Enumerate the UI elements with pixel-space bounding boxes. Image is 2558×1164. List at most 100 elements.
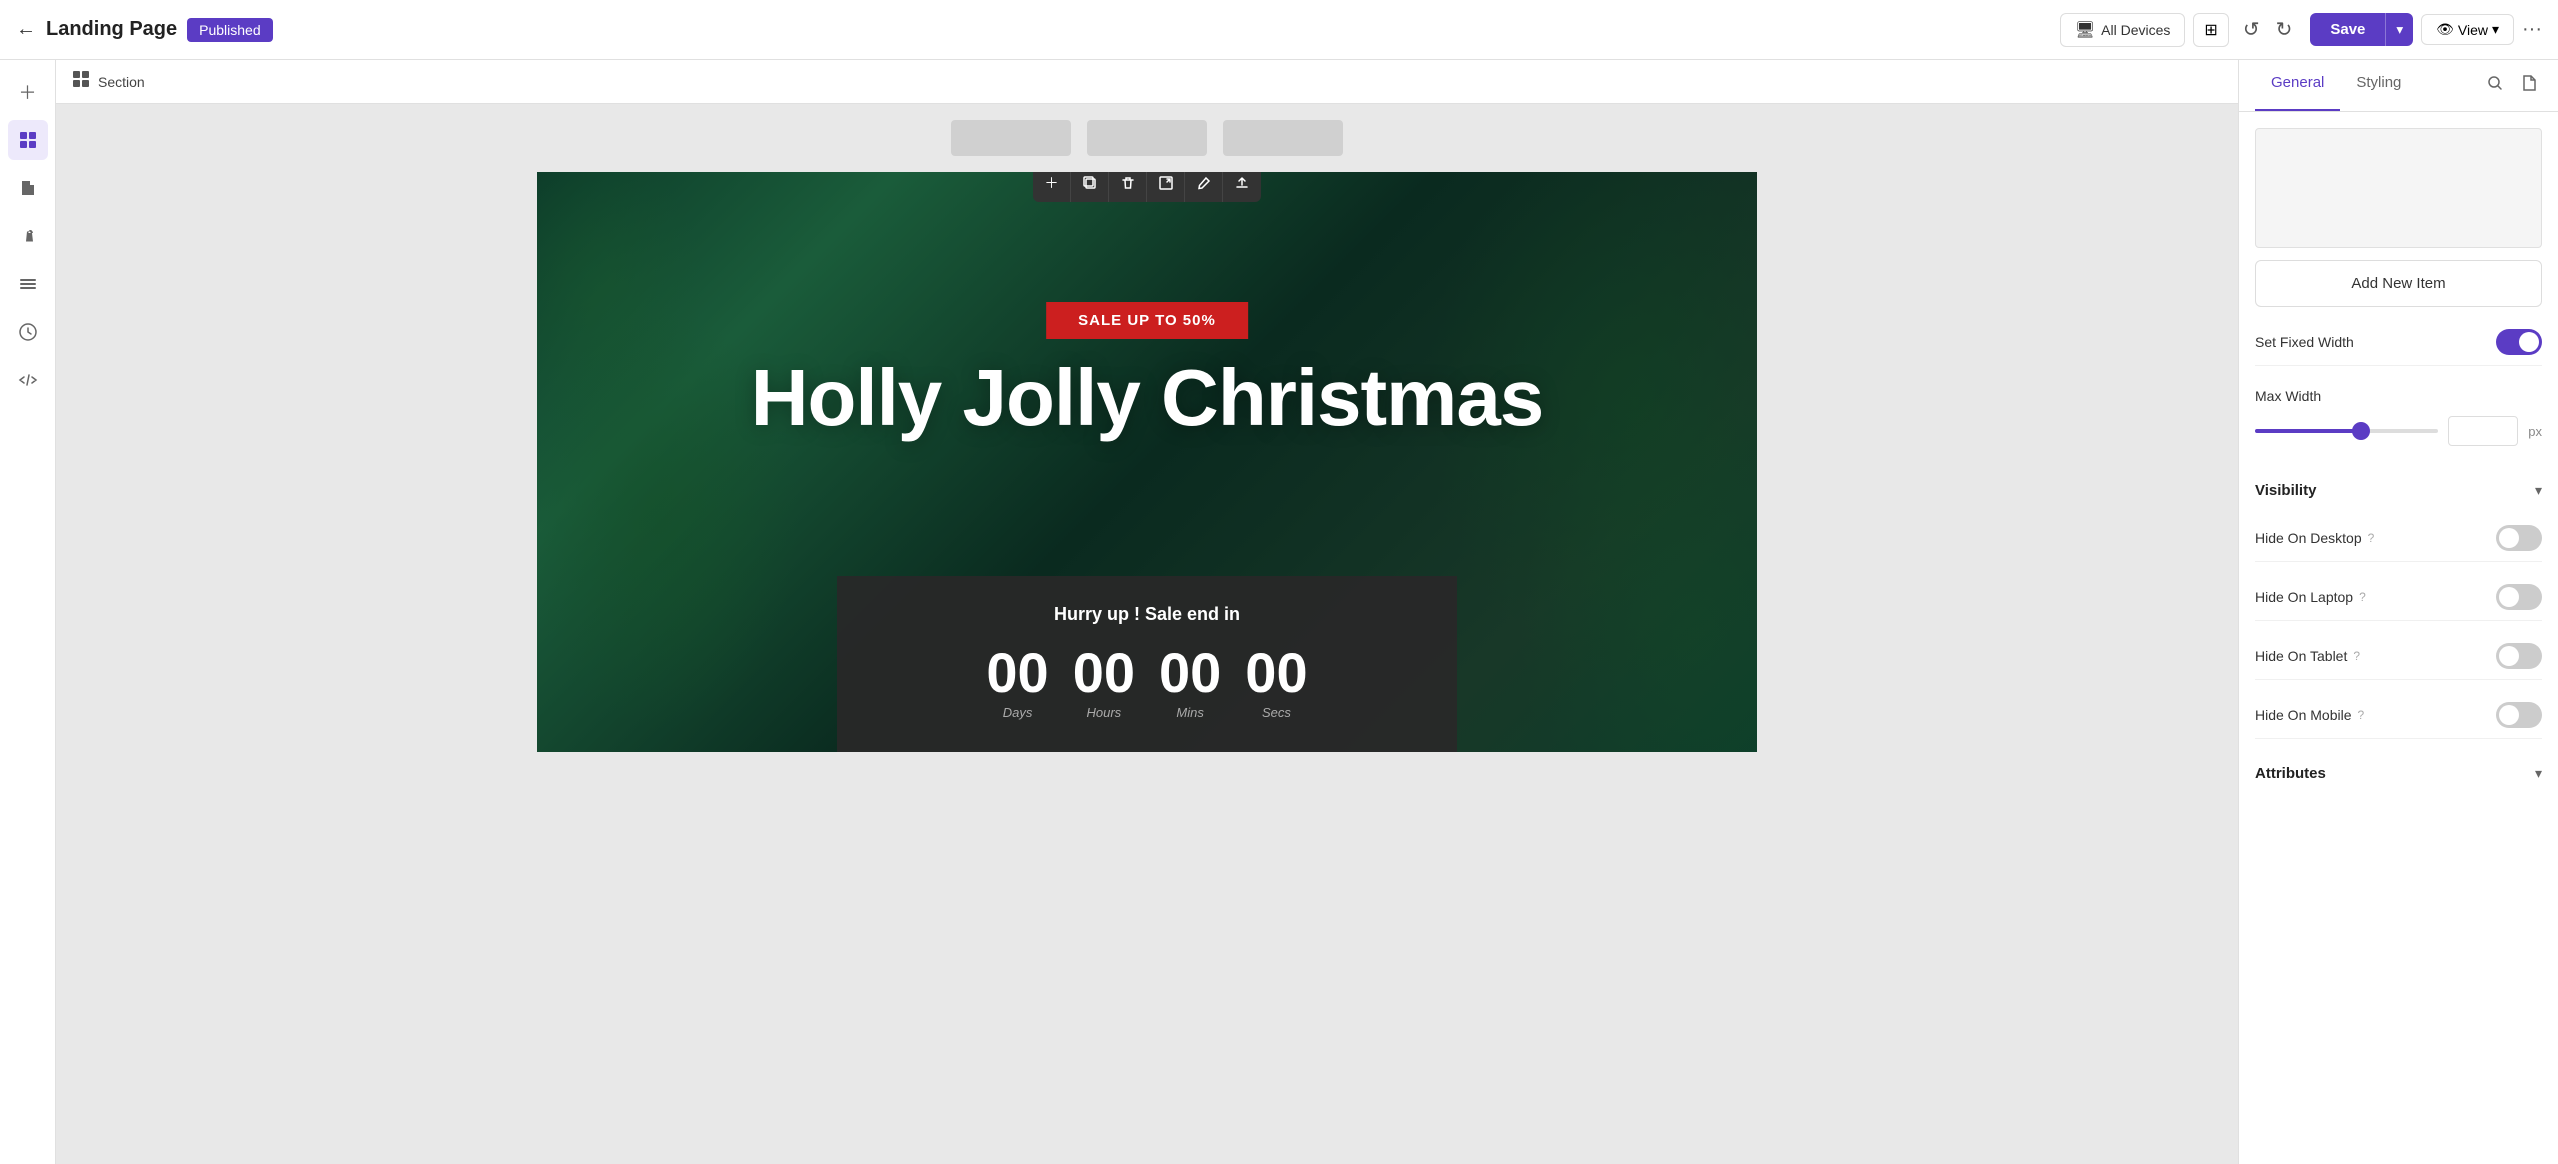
tab-styling[interactable]: Styling <box>2340 60 2417 111</box>
back-button[interactable]: ← <box>16 18 36 41</box>
sidebar-item-history[interactable] <box>8 312 48 352</box>
tablet-help-icon[interactable]: ? <box>2353 649 2360 663</box>
view-button[interactable]: 👁 View ▾ <box>2421 14 2514 45</box>
placeholder-bar <box>537 104 1757 172</box>
toggle-slider <box>2496 329 2542 355</box>
published-badge: Published <box>187 18 273 42</box>
toolbar-add-button[interactable]: ＋ <box>1033 172 1071 202</box>
mobile-help-icon[interactable]: ? <box>2358 708 2365 722</box>
topbar-center: 🖥 All Devices ⊞ ↺ ↻ <box>2060 13 2299 47</box>
attributes-label: Attributes <box>2255 765 2326 782</box>
countdown-hours-value: 00 <box>1073 645 1135 701</box>
hide-on-desktop-label: Hide On Desktop ? <box>2255 530 2374 546</box>
panel-content: Add New Item Set Fixed Width Max Width 1… <box>2239 112 2558 802</box>
toggle-slider-mobile <box>2496 702 2542 728</box>
view-chevron-icon: ▾ <box>2492 21 2499 38</box>
set-fixed-width-toggle[interactable] <box>2496 329 2542 355</box>
max-width-slider[interactable] <box>2255 429 2438 433</box>
save-dropdown-button[interactable]: ▾ <box>2385 13 2413 46</box>
desktop-help-icon[interactable]: ? <box>2368 531 2375 545</box>
tab-general[interactable]: General <box>2255 60 2340 111</box>
countdown-mins-label: Mins <box>1176 705 1203 720</box>
redo-button[interactable]: ↻ <box>2270 13 2299 46</box>
more-options-button[interactable]: ··· <box>2522 18 2542 41</box>
topbar: ← Landing Page Published 🖥 All Devices ⊞… <box>0 0 2558 60</box>
sidebar-item-layouts[interactable] <box>8 120 48 160</box>
hide-on-mobile-label: Hide On Mobile ? <box>2255 707 2364 723</box>
section-bar-icon <box>72 70 90 93</box>
countdown-numbers: 00 Days 00 Hours 00 Mins 00 <box>877 645 1417 720</box>
doc-panel-icon[interactable] <box>2516 60 2542 111</box>
sidebar-item-add[interactable]: ＋ <box>8 72 48 112</box>
image-placeholder <box>2255 128 2542 248</box>
visibility-label: Visibility <box>2255 482 2316 499</box>
page-title: Landing Page <box>46 18 177 41</box>
max-width-input[interactable]: 1170 <box>2448 416 2518 446</box>
placeholder-block-2 <box>1087 120 1207 156</box>
countdown-hours-label: Hours <box>1087 705 1122 720</box>
topbar-left: ← Landing Page Published <box>16 18 2048 42</box>
left-sidebar: ＋ <box>0 60 56 1164</box>
hero-floating-toolbar: ＋ <box>1033 172 1261 202</box>
sidebar-item-code[interactable] <box>8 360 48 400</box>
undo-redo-group: ↺ ↻ <box>2237 13 2299 46</box>
toggle-slider-laptop <box>2496 584 2542 610</box>
toggle-slider-desktop <box>2496 525 2542 551</box>
toolbar-upload-button[interactable] <box>1223 172 1261 202</box>
sidebar-item-shopify[interactable] <box>8 216 48 256</box>
toggle-slider-tablet <box>2496 643 2542 669</box>
section-bar: Section <box>56 60 2238 104</box>
hide-on-desktop-toggle[interactable] <box>2496 525 2542 551</box>
topbar-right: Save ▾ 👁 View ▾ ··· <box>2310 13 2542 46</box>
visibility-section-header[interactable]: Visibility ▾ <box>2255 468 2542 503</box>
main-layout: ＋ Section <box>0 60 2558 1164</box>
right-panel: General Styling Add New Item Set Fixed W… <box>2238 60 2558 1164</box>
countdown-days-value: 00 <box>986 645 1048 701</box>
page-canvas: ＋ <box>537 104 1757 752</box>
sidebar-item-layers[interactable] <box>8 264 48 304</box>
countdown-section: Hurry up ! Sale end in 00 Days 00 Hours … <box>837 576 1457 752</box>
visibility-chevron-icon: ▾ <box>2535 482 2542 499</box>
view-icon: 👁 <box>2436 21 2454 38</box>
sale-badge: SALE UP TO 50% <box>1046 302 1248 339</box>
sidebar-item-pages[interactable] <box>8 168 48 208</box>
grid-button[interactable]: ⊞ <box>2193 13 2228 47</box>
save-button[interactable]: Save <box>2310 13 2385 46</box>
toolbar-delete-button[interactable] <box>1109 172 1147 202</box>
desktop-icon: 🖥 <box>2075 20 2095 40</box>
hide-on-mobile-toggle[interactable] <box>2496 702 2542 728</box>
panel-tab-icons <box>2482 60 2542 111</box>
hero-title: Holly Jolly Christmas <box>537 352 1757 444</box>
set-fixed-width-label: Set Fixed Width <box>2255 334 2354 350</box>
countdown-days-label: Days <box>1003 705 1033 720</box>
max-width-unit: px <box>2528 424 2542 439</box>
view-label: View <box>2458 22 2488 38</box>
max-width-section: Max Width 1170 px <box>2255 378 2542 456</box>
hide-on-tablet-row: Hide On Tablet ? <box>2255 633 2542 680</box>
hide-on-tablet-toggle[interactable] <box>2496 643 2542 669</box>
hero-section[interactable]: ＋ <box>537 172 1757 752</box>
countdown-secs-label: Secs <box>1262 705 1291 720</box>
countdown-secs-value: 00 <box>1245 645 1307 701</box>
placeholder-block-3 <box>1223 120 1343 156</box>
countdown-mins: 00 Mins <box>1159 645 1221 720</box>
device-selector[interactable]: 🖥 All Devices <box>2060 13 2186 47</box>
placeholder-block-1 <box>951 120 1071 156</box>
attributes-section-header[interactable]: Attributes ▾ <box>2255 751 2542 786</box>
max-width-label: Max Width <box>2255 388 2542 404</box>
attributes-chevron-icon: ▾ <box>2535 765 2542 782</box>
laptop-help-icon[interactable]: ? <box>2359 590 2366 604</box>
hide-on-laptop-toggle[interactable] <box>2496 584 2542 610</box>
device-label: All Devices <box>2101 22 2170 38</box>
hide-on-laptop-row: Hide On Laptop ? <box>2255 574 2542 621</box>
search-panel-icon[interactable] <box>2482 60 2508 111</box>
toolbar-edit-button[interactable] <box>1185 172 1223 202</box>
countdown-mins-value: 00 <box>1159 645 1221 701</box>
toolbar-duplicate-button[interactable] <box>1071 172 1109 202</box>
countdown-title: Hurry up ! Sale end in <box>877 604 1417 625</box>
hide-on-tablet-label: Hide On Tablet ? <box>2255 648 2360 664</box>
countdown-hours: 00 Hours <box>1073 645 1135 720</box>
undo-button[interactable]: ↺ <box>2237 13 2266 46</box>
toolbar-resize-button[interactable] <box>1147 172 1185 202</box>
add-new-item-button[interactable]: Add New Item <box>2255 260 2542 307</box>
